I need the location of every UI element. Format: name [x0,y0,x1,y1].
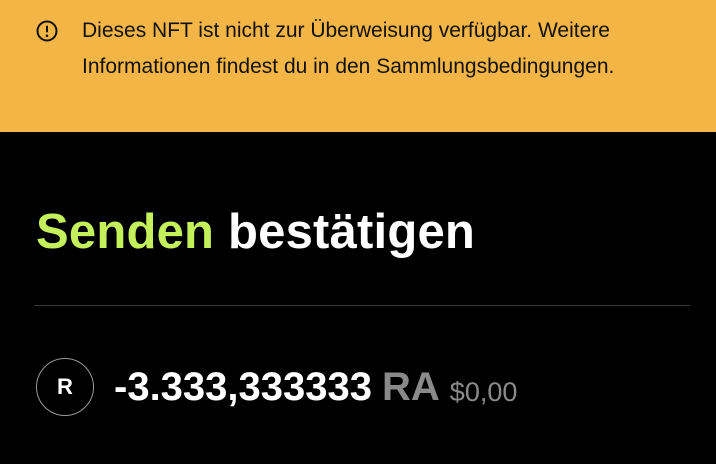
divider [34,305,690,306]
warning-message: Dieses NFT ist nicht zur Überweisung ver… [82,19,615,78]
title-accent: Senden [36,205,215,259]
send-confirmation-screen: Dieses NFT ist nicht zur Überweisung ver… [0,0,716,464]
token-amount-row: R -3.333,333333 RA $0,00 [36,358,517,416]
page-title: Senden bestätigen [36,200,475,264]
token-avatar: R [36,358,94,416]
token-amount: -3.333,333333 [114,364,373,409]
token-symbol: RA [382,364,440,409]
transfer-warning-banner: Dieses NFT ist nicht zur Überweisung ver… [0,0,716,132]
token-fiat-value: $0,00 [449,376,518,407]
alert-circle-icon [36,20,58,42]
title-rest: bestätigen [228,205,476,259]
